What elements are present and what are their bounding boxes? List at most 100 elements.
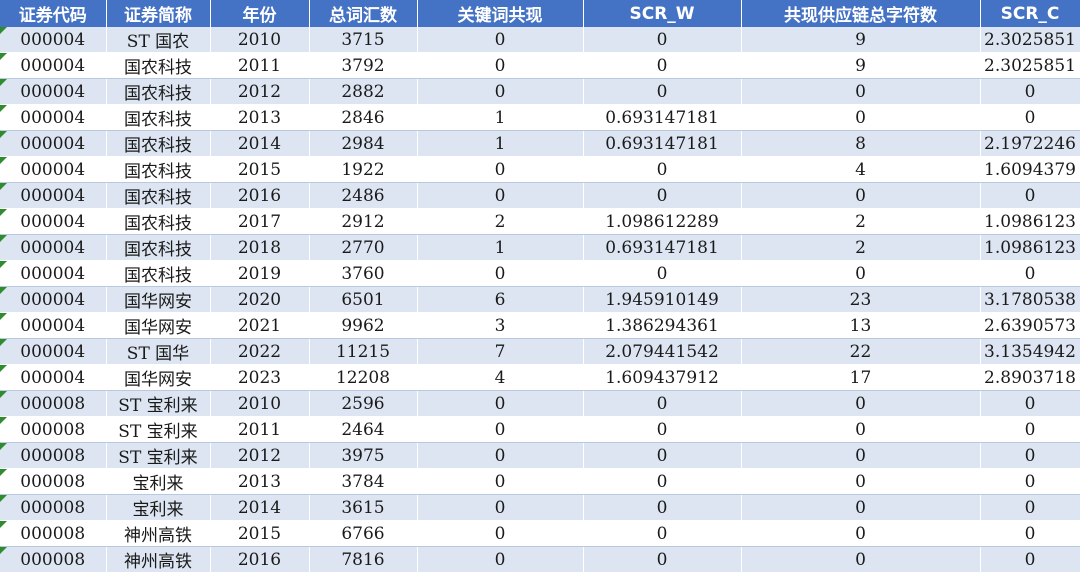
keyword-cooccurrence-cell[interactable]: 7 xyxy=(417,338,584,365)
stock-code-cell[interactable]: 000008 xyxy=(0,390,107,417)
stock-name-cell[interactable]: 国农科技 xyxy=(106,52,211,79)
keyword-cooccurrence-cell[interactable]: 0 xyxy=(417,27,584,53)
supply-chain-chars-cell[interactable]: 13 xyxy=(741,312,981,339)
scr-c-cell[interactable]: 0 xyxy=(980,520,1080,547)
stock-code-cell[interactable]: 000004 xyxy=(0,338,107,365)
year-cell[interactable]: 2014 xyxy=(210,130,310,157)
scr-c-cell[interactable]: 0 xyxy=(980,494,1080,521)
keyword-cooccurrence-cell[interactable]: 0 xyxy=(417,520,584,547)
year-cell[interactable]: 2022 xyxy=(210,338,310,365)
total-words-cell[interactable]: 2882 xyxy=(309,78,418,105)
total-words-cell[interactable]: 9962 xyxy=(309,312,418,339)
supply-chain-chars-cell[interactable]: 2 xyxy=(741,208,981,235)
stock-code-cell[interactable]: 000004 xyxy=(0,182,107,209)
scr-w-cell[interactable]: 0 xyxy=(583,27,742,53)
keyword-cooccurrence-cell[interactable]: 0 xyxy=(417,494,584,521)
year-cell[interactable]: 2023 xyxy=(210,364,310,391)
stock-code-cell[interactable]: 000004 xyxy=(0,208,107,235)
total-words-cell[interactable]: 2984 xyxy=(309,130,418,157)
stock-name-cell[interactable]: 国农科技 xyxy=(106,78,211,105)
supply-chain-chars-cell[interactable]: 0 xyxy=(741,416,981,443)
total-words-cell[interactable]: 2912 xyxy=(309,208,418,235)
total-words-cell[interactable]: 11215 xyxy=(309,338,418,365)
stock-name-cell[interactable]: ST 宝利来 xyxy=(106,442,211,469)
scr-w-cell[interactable]: 1.386294361 xyxy=(583,312,742,339)
stock-name-cell[interactable]: 宝利来 xyxy=(106,494,211,521)
scr-w-cell[interactable]: 0.693147181 xyxy=(583,234,742,261)
stock-code-cell[interactable]: 000008 xyxy=(0,546,107,573)
stock-code-cell[interactable]: 000008 xyxy=(0,416,107,443)
stock-name-cell[interactable]: ST 国华 xyxy=(106,338,211,365)
scr-c-cell[interactable]: 0 xyxy=(980,546,1080,573)
scr-w-cell[interactable]: 0 xyxy=(583,182,742,209)
stock-code-cell[interactable]: 000004 xyxy=(0,104,107,131)
scr-c-cell[interactable]: 0 xyxy=(980,468,1080,495)
year-cell[interactable]: 2016 xyxy=(210,182,310,209)
total-words-cell[interactable]: 1922 xyxy=(309,156,418,183)
scr-w-cell[interactable]: 0 xyxy=(583,78,742,105)
scr-w-cell[interactable]: 0 xyxy=(583,520,742,547)
scr-w-cell[interactable]: 0 xyxy=(583,546,742,573)
stock-code-cell[interactable]: 000004 xyxy=(0,364,107,391)
supply-chain-chars-cell[interactable]: 0 xyxy=(741,442,981,469)
scr-c-cell[interactable]: 0 xyxy=(980,78,1080,105)
supply-chain-chars-cell[interactable]: 4 xyxy=(741,156,981,183)
keyword-cooccurrence-cell[interactable]: 0 xyxy=(417,390,584,417)
col-header-scr-w[interactable]: SCR_W xyxy=(583,0,742,27)
total-words-cell[interactable]: 3792 xyxy=(309,52,418,79)
keyword-cooccurrence-cell[interactable]: 1 xyxy=(417,104,584,131)
supply-chain-chars-cell[interactable]: 0 xyxy=(741,260,981,287)
stock-name-cell[interactable]: ST 宝利来 xyxy=(106,390,211,417)
stock-code-cell[interactable]: 000008 xyxy=(0,468,107,495)
keyword-cooccurrence-cell[interactable]: 4 xyxy=(417,364,584,391)
stock-name-cell[interactable]: 国农科技 xyxy=(106,130,211,157)
stock-code-cell[interactable]: 000004 xyxy=(0,260,107,287)
scr-c-cell[interactable]: 1.0986123 xyxy=(980,234,1080,261)
stock-code-cell[interactable]: 000004 xyxy=(0,312,107,339)
supply-chain-chars-cell[interactable]: 0 xyxy=(741,546,981,573)
keyword-cooccurrence-cell[interactable]: 0 xyxy=(417,52,584,79)
scr-c-cell[interactable]: 3.1780538 xyxy=(980,286,1080,313)
scr-c-cell[interactable]: 1.6094379 xyxy=(980,156,1080,183)
supply-chain-chars-cell[interactable]: 0 xyxy=(741,390,981,417)
scr-w-cell[interactable]: 0 xyxy=(583,390,742,417)
scr-c-cell[interactable]: 1.0986123 xyxy=(980,208,1080,235)
keyword-cooccurrence-cell[interactable]: 6 xyxy=(417,286,584,313)
year-cell[interactable]: 2019 xyxy=(210,260,310,287)
stock-name-cell[interactable]: 国华网安 xyxy=(106,364,211,391)
keyword-cooccurrence-cell[interactable]: 0 xyxy=(417,182,584,209)
supply-chain-chars-cell[interactable]: 0 xyxy=(741,104,981,131)
stock-name-cell[interactable]: 国农科技 xyxy=(106,208,211,235)
supply-chain-chars-cell[interactable]: 22 xyxy=(741,338,981,365)
year-cell[interactable]: 2015 xyxy=(210,520,310,547)
total-words-cell[interactable]: 2770 xyxy=(309,234,418,261)
col-header-scr-c[interactable]: SCR_C xyxy=(980,0,1080,27)
scr-c-cell[interactable]: 0 xyxy=(980,182,1080,209)
scr-w-cell[interactable]: 0 xyxy=(583,442,742,469)
scr-w-cell[interactable]: 0.693147181 xyxy=(583,104,742,131)
total-words-cell[interactable]: 3784 xyxy=(309,468,418,495)
scr-w-cell[interactable]: 1.609437912 xyxy=(583,364,742,391)
supply-chain-chars-cell[interactable]: 0 xyxy=(741,468,981,495)
keyword-cooccurrence-cell[interactable]: 2 xyxy=(417,208,584,235)
year-cell[interactable]: 2010 xyxy=(210,390,310,417)
total-words-cell[interactable]: 2486 xyxy=(309,182,418,209)
stock-name-cell[interactable]: ST 宝利来 xyxy=(106,416,211,443)
scr-w-cell[interactable]: 0 xyxy=(583,468,742,495)
scr-c-cell[interactable]: 0 xyxy=(980,416,1080,443)
scr-w-cell[interactable]: 0 xyxy=(583,260,742,287)
stock-name-cell[interactable]: 国华网安 xyxy=(106,286,211,313)
keyword-cooccurrence-cell[interactable]: 1 xyxy=(417,234,584,261)
year-cell[interactable]: 2021 xyxy=(210,312,310,339)
year-cell[interactable]: 2011 xyxy=(210,416,310,443)
year-cell[interactable]: 2017 xyxy=(210,208,310,235)
stock-code-cell[interactable]: 000004 xyxy=(0,27,107,53)
keyword-cooccurrence-cell[interactable]: 0 xyxy=(417,468,584,495)
scr-c-cell[interactable]: 2.3025851 xyxy=(980,27,1080,53)
stock-name-cell[interactable]: 国农科技 xyxy=(106,156,211,183)
total-words-cell[interactable]: 3975 xyxy=(309,442,418,469)
supply-chain-chars-cell[interactable]: 17 xyxy=(741,364,981,391)
supply-chain-chars-cell[interactable]: 0 xyxy=(741,520,981,547)
stock-code-cell[interactable]: 000004 xyxy=(0,130,107,157)
year-cell[interactable]: 2016 xyxy=(210,546,310,573)
